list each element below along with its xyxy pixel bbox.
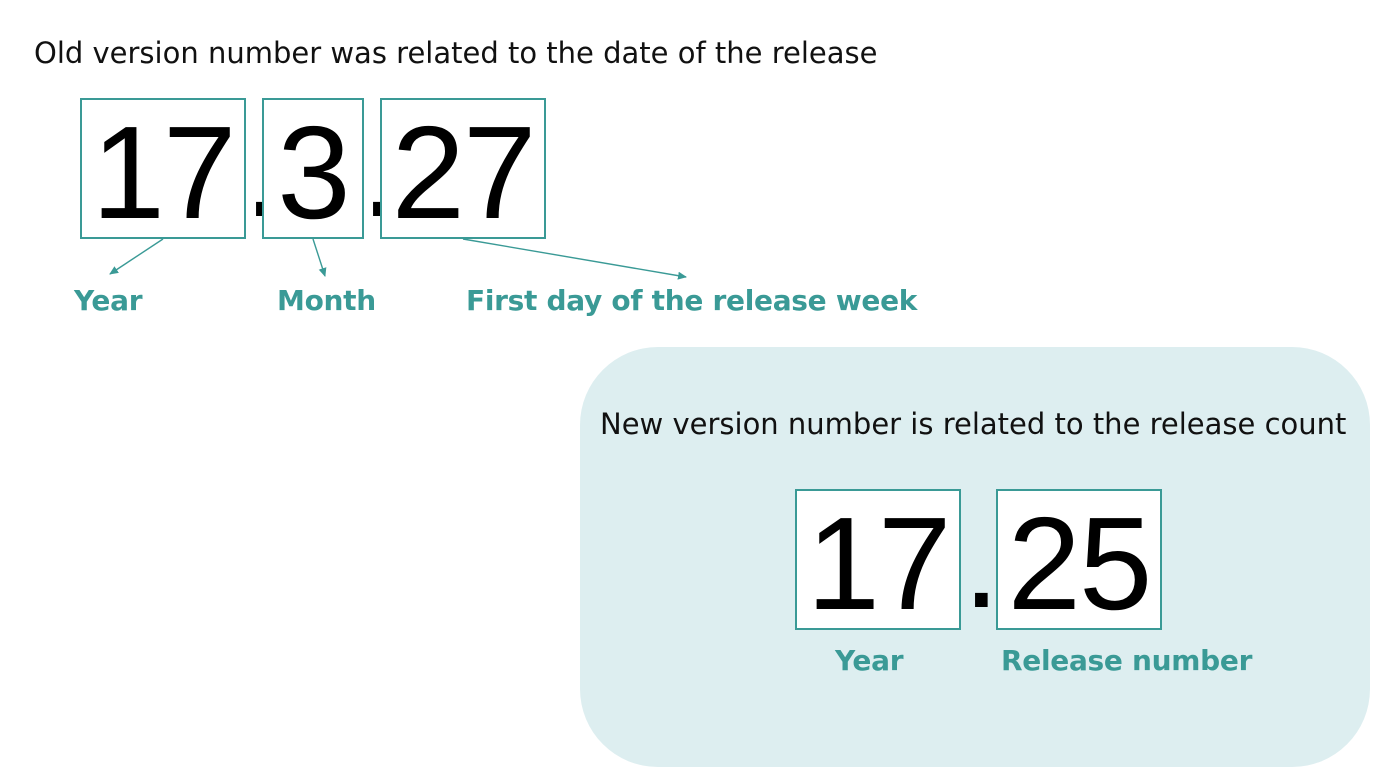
old-version-year-label: Year <box>74 284 143 317</box>
old-version-day-value: 27 <box>391 99 537 246</box>
new-version-year-label: Year <box>835 644 904 677</box>
new-version-heading: New version number is related to the rel… <box>600 407 1347 441</box>
new-version-release-box: 25 <box>996 489 1162 630</box>
old-version-month-box: 3 <box>262 98 364 239</box>
old-version-month-value: 3 <box>277 99 350 246</box>
new-version-separator: . <box>963 488 1000 635</box>
new-version-release-value: 25 <box>1007 490 1153 637</box>
old-version-separator: . <box>361 105 398 237</box>
new-version-release-label: Release number <box>1001 644 1253 677</box>
old-version-day-label: First day of the release week <box>466 284 918 317</box>
new-version-year-value: 17 <box>806 490 952 637</box>
old-version-day-box: 27 <box>380 98 546 239</box>
new-version-year-box: 17 <box>795 489 961 630</box>
old-version-heading: Old version number was related to the da… <box>34 36 878 70</box>
old-version-year-value: 17 <box>91 99 237 246</box>
old-version-separator: . <box>244 105 281 237</box>
old-version-month-label: Month <box>277 284 376 317</box>
old-version-year-box: 17 <box>80 98 246 239</box>
